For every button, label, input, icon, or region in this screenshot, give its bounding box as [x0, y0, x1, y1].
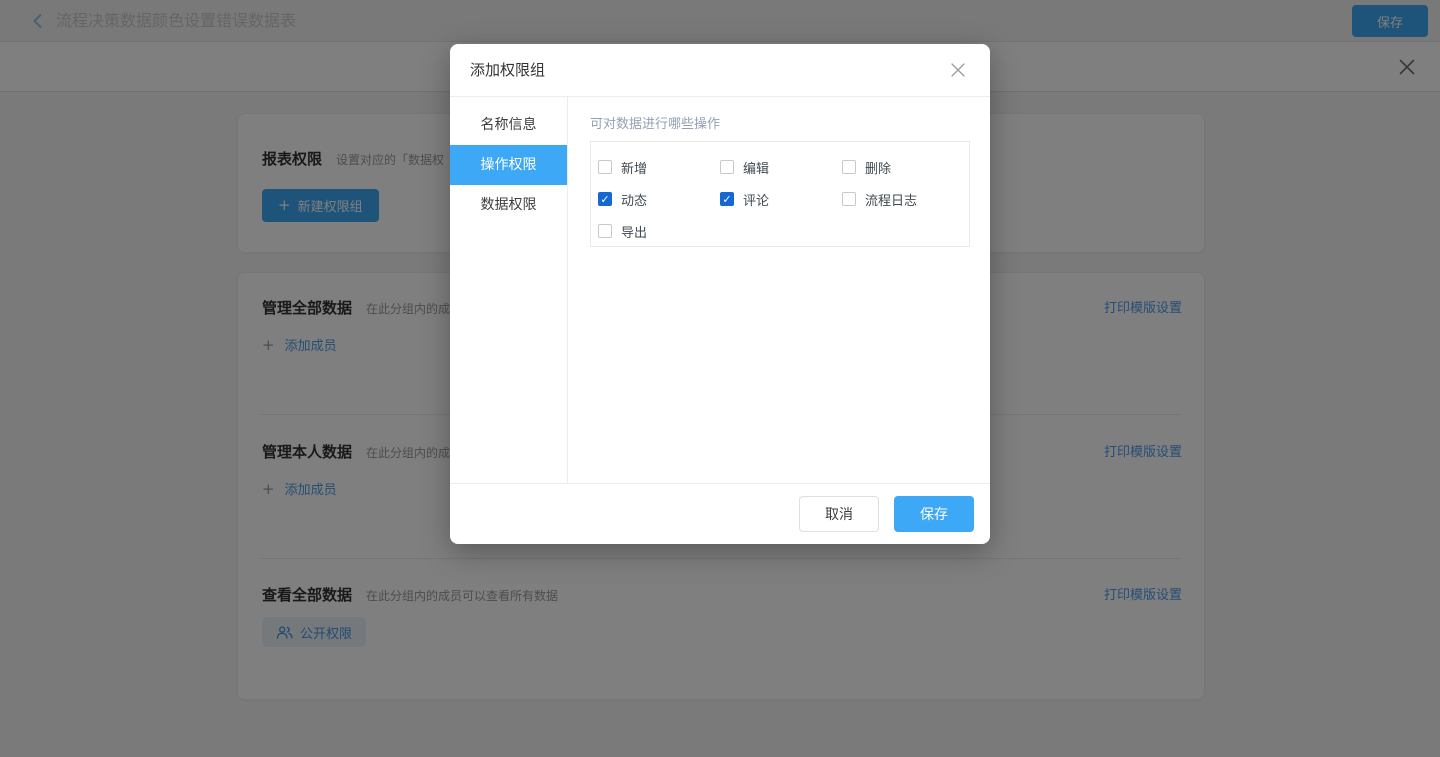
- dialog-header: 添加权限组: [450, 44, 990, 97]
- checkbox-label: 流程日志: [865, 190, 917, 209]
- tab-operation-permission[interactable]: 操作权限: [450, 145, 567, 185]
- operations-section-title: 可对数据进行哪些操作: [590, 113, 990, 132]
- add-permission-group-dialog: 添加权限组 名称信息 操作权限 数据权限 可对数据进行哪些操作 新增 编辑: [450, 44, 990, 544]
- checkbox-label: 评论: [743, 190, 769, 209]
- checkbox-label: 删除: [865, 158, 891, 177]
- checkbox[interactable]: [842, 160, 856, 174]
- dialog-footer: 取消 保存: [450, 483, 990, 544]
- dialog-title: 添加权限组: [470, 44, 545, 97]
- operation-item[interactable]: 导出: [598, 215, 720, 247]
- checkbox[interactable]: [842, 192, 856, 206]
- cancel-button[interactable]: 取消: [799, 496, 879, 532]
- checkbox-label: 新增: [621, 158, 647, 177]
- checkbox-label: 编辑: [743, 158, 769, 177]
- operation-item[interactable]: 新增: [598, 151, 720, 183]
- tab-name-info[interactable]: 名称信息: [450, 105, 567, 145]
- dialog-body: 名称信息 操作权限 数据权限 可对数据进行哪些操作 新增 编辑 删除: [450, 97, 990, 483]
- operation-item[interactable]: 动态: [598, 183, 720, 215]
- operation-item[interactable]: 流程日志: [842, 183, 964, 215]
- save-button[interactable]: 保存: [894, 496, 974, 532]
- dialog-close-icon[interactable]: [948, 60, 968, 80]
- dialog-content: 可对数据进行哪些操作 新增 编辑 删除 动态: [568, 97, 990, 483]
- dialog-sidebar: 名称信息 操作权限 数据权限: [450, 97, 568, 483]
- operations-checkbox-group: 新增 编辑 删除 动态 评论: [590, 141, 970, 247]
- checkbox[interactable]: [720, 192, 734, 206]
- checkbox-label: 导出: [621, 222, 647, 241]
- operation-item[interactable]: 评论: [720, 183, 842, 215]
- checkbox-label: 动态: [621, 190, 647, 209]
- tab-data-permission[interactable]: 数据权限: [450, 185, 567, 225]
- checkbox[interactable]: [598, 160, 612, 174]
- operation-item[interactable]: 删除: [842, 151, 964, 183]
- operation-item[interactable]: 编辑: [720, 151, 842, 183]
- checkbox[interactable]: [598, 192, 612, 206]
- checkbox[interactable]: [720, 160, 734, 174]
- checkbox[interactable]: [598, 224, 612, 238]
